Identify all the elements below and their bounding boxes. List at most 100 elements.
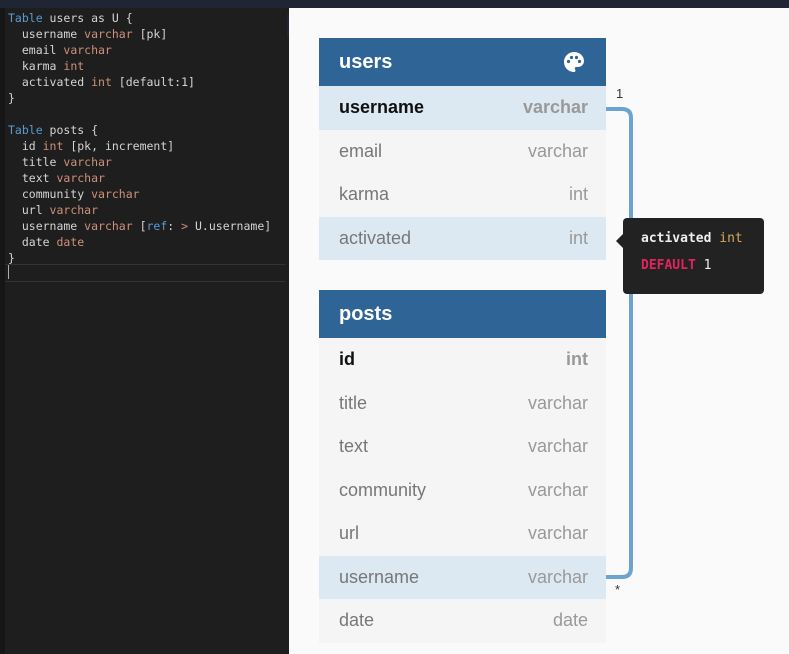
field-type: varchar <box>527 479 588 500</box>
code-line[interactable]: Table posts { <box>8 122 271 138</box>
code-token: karma <box>8 59 64 73</box>
field-name: url <box>339 523 360 544</box>
tooltip-field-name: activated <box>641 231 712 246</box>
field-row-text[interactable]: text varchar <box>319 425 606 469</box>
top-bar <box>0 0 789 8</box>
code-line[interactable] <box>8 106 271 122</box>
field-row-activated[interactable]: activated int <box>319 216 606 260</box>
code-line[interactable]: activated int [default:1] <box>8 74 271 90</box>
current-line-highlight <box>5 264 285 282</box>
field-type: int <box>568 184 588 205</box>
field-type: int <box>566 349 588 370</box>
code-line[interactable]: date date <box>8 234 271 250</box>
field-type: varchar <box>527 566 588 587</box>
table-users-title: users <box>339 50 393 73</box>
table-posts[interactable]: posts id int title varchar text varchar … <box>319 290 606 643</box>
code-token: Table <box>8 123 43 137</box>
code-line[interactable]: url varchar <box>8 202 271 218</box>
field-name: email <box>339 140 383 161</box>
code-token: username <box>8 219 85 233</box>
code-token: activated <box>8 75 92 89</box>
field-tooltip: activated int DEFAULT 1 <box>616 218 764 294</box>
table-posts-header[interactable]: posts <box>319 290 606 338</box>
code-line[interactable]: text varchar <box>8 170 271 186</box>
code-token: url <box>8 203 50 217</box>
table-users[interactable]: users username varchar email varchar kar… <box>319 38 606 260</box>
field-name: date <box>339 610 375 631</box>
field-row-email[interactable]: email varchar <box>319 130 606 174</box>
code-line[interactable]: Table users as U { <box>8 10 271 26</box>
tooltip-default-line: DEFAULT 1 <box>641 258 746 273</box>
code-token: int <box>91 75 112 89</box>
field-row-id[interactable]: id int <box>319 338 606 382</box>
code-line[interactable]: } <box>8 250 271 266</box>
field-type: varchar <box>527 523 588 544</box>
code-token: varchar <box>91 187 140 201</box>
code-token: [ <box>132 219 147 233</box>
code-token: [pk, increment] <box>63 139 175 153</box>
code-token: varchar <box>84 27 133 41</box>
field-row-username[interactable]: username varchar <box>319 555 606 599</box>
code-token: varchar <box>84 219 133 233</box>
code-token: int <box>63 59 85 73</box>
field-row-karma[interactable]: karma int <box>319 173 606 217</box>
code-token: posts { <box>42 123 99 137</box>
code-token: email <box>8 43 64 57</box>
code-token: id <box>8 139 43 153</box>
field-name: text <box>339 436 369 457</box>
field-name: title <box>339 392 368 413</box>
code-token: varchar <box>63 43 112 57</box>
cardinality-one: 1 <box>616 86 624 101</box>
code-line[interactable]: id int [pk, increment] <box>8 138 271 154</box>
field-row-url[interactable]: url varchar <box>319 512 606 556</box>
code-token: date <box>8 235 57 249</box>
code-token: [default:1] <box>111 75 195 89</box>
code-line[interactable]: title varchar <box>8 154 271 170</box>
palette-icon[interactable] <box>562 50 586 74</box>
table-users-header[interactable]: users <box>319 38 606 86</box>
text-caret <box>8 265 9 279</box>
field-row-date[interactable]: date date <box>319 599 606 643</box>
code-token: U.username] <box>188 219 272 233</box>
code-line[interactable]: karma int <box>8 58 271 74</box>
field-name: karma <box>339 184 390 205</box>
field-type: varchar <box>522 97 588 118</box>
code-token: varchar <box>63 155 112 169</box>
code-token: community <box>8 187 92 201</box>
code-line[interactable]: community varchar <box>8 186 271 202</box>
code-line[interactable]: username varchar [ref: > U.username] <box>8 218 271 234</box>
code-token: varchar <box>56 171 105 185</box>
tooltip-field-type: int <box>719 231 743 246</box>
code-editor[interactable]: Table users as U { username varchar [pk]… <box>0 8 289 654</box>
code-token: title <box>8 155 64 169</box>
field-type: date <box>552 610 588 631</box>
editor-gutter <box>0 8 5 654</box>
code-token: : <box>167 219 182 233</box>
relationship-path[interactable] <box>604 107 633 579</box>
field-row-username[interactable]: username varchar <box>319 86 606 130</box>
field-name: activated <box>339 227 412 248</box>
code-line[interactable]: } <box>8 90 271 106</box>
code-line[interactable]: username varchar [pk] <box>8 26 271 42</box>
cardinality-many: * <box>615 582 621 597</box>
code-token: username <box>8 27 85 41</box>
field-type: varchar <box>527 392 588 413</box>
table-posts-title: posts <box>339 302 393 325</box>
code-line[interactable]: email varchar <box>8 42 271 58</box>
code-token: users as U { <box>42 11 133 25</box>
diagram-canvas[interactable]: 1 * users username varchar email varchar… <box>289 8 789 654</box>
code-content[interactable]: Table users as U { username varchar [pk]… <box>8 10 271 266</box>
field-name: id <box>339 349 355 370</box>
field-type: int <box>568 227 588 248</box>
field-name: username <box>339 566 420 587</box>
code-token: } <box>8 251 15 265</box>
code-token: text <box>8 171 57 185</box>
field-row-community[interactable]: community varchar <box>319 469 606 513</box>
code-token: int <box>42 139 64 153</box>
code-token: Table <box>8 11 43 25</box>
field-type: varchar <box>527 140 588 161</box>
tooltip-default-value: 1 <box>703 258 712 273</box>
code-token: [pk] <box>132 27 168 41</box>
field-name: community <box>339 479 427 500</box>
field-row-title[interactable]: title varchar <box>319 382 606 426</box>
